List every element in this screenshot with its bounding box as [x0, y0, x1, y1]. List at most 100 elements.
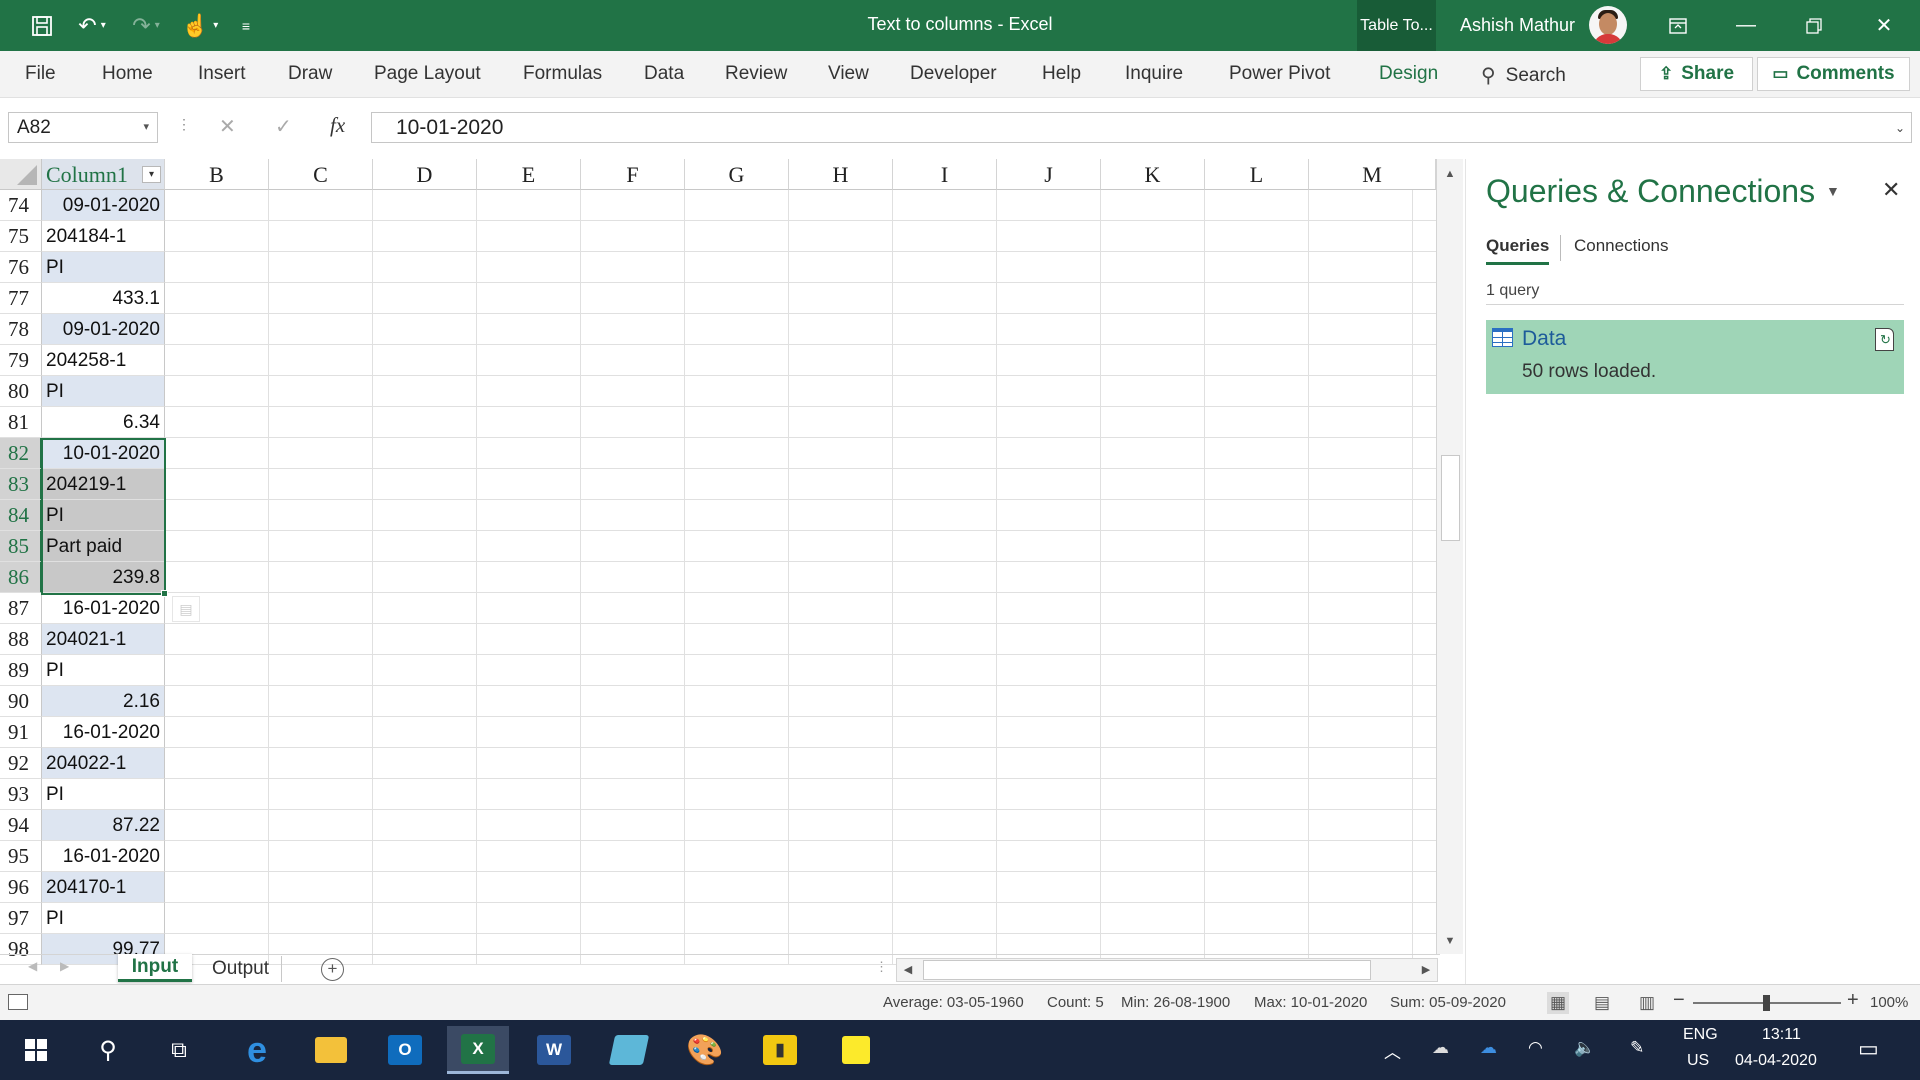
cell-a[interactable]: 6.34: [42, 407, 165, 438]
row-header[interactable]: 97: [0, 903, 42, 934]
zoom-level[interactable]: 100%: [1870, 994, 1908, 1011]
task-view-icon[interactable]: ⧉: [148, 1026, 210, 1074]
empty-cells[interactable]: [165, 469, 1436, 500]
quick-analysis-icon[interactable]: ▤: [172, 596, 200, 622]
column-header[interactable]: M: [1309, 159, 1436, 190]
excel-icon[interactable]: X: [447, 1026, 509, 1074]
file-explorer-icon[interactable]: [300, 1026, 362, 1074]
language[interactable]: ENG: [1683, 1026, 1718, 1044]
empty-cells[interactable]: [165, 531, 1436, 562]
cell-a[interactable]: 204021-1: [42, 624, 165, 655]
row-header[interactable]: 81: [0, 407, 42, 438]
scroll-right-icon[interactable]: ▶: [1415, 959, 1437, 981]
contextual-tab-table-tools[interactable]: Table To...: [1357, 0, 1436, 51]
pane-options-icon[interactable]: ▼: [1826, 183, 1840, 199]
empty-cells[interactable]: [165, 810, 1436, 841]
select-all-corner[interactable]: [0, 159, 42, 190]
filter-dropdown-icon[interactable]: ▾: [142, 166, 161, 183]
row-header[interactable]: 78: [0, 314, 42, 345]
onedrive-icon[interactable]: ☁: [1480, 1038, 1497, 1058]
worksheet-grid[interactable]: Column1 ▾ B C D E F G H I J K L M 74 09-0…: [0, 159, 1463, 965]
cell-a[interactable]: PI: [42, 252, 165, 283]
user-name[interactable]: Ashish Mathur: [1460, 15, 1575, 36]
empty-cells[interactable]: [165, 407, 1436, 438]
empty-cells[interactable]: [165, 748, 1436, 779]
horizontal-scroll-thumb[interactable]: [923, 960, 1371, 980]
paint-icon[interactable]: 🎨: [674, 1026, 736, 1074]
cell-a[interactable]: 204184-1: [42, 221, 165, 252]
chevron-up-icon[interactable]: ︿: [1384, 1038, 1401, 1063]
empty-cells[interactable]: [165, 593, 1436, 624]
formula-input[interactable]: 10-01-2020 ⌄: [371, 112, 1912, 143]
cell-a[interactable]: PI: [42, 376, 165, 407]
cell-a[interactable]: 16-01-2020: [42, 717, 165, 748]
tab-page-layout[interactable]: Page Layout: [374, 63, 481, 85]
empty-cells[interactable]: [165, 500, 1436, 531]
share-button[interactable]: ⇪ Share: [1640, 57, 1753, 91]
status-count[interactable]: Count: 5: [1047, 994, 1104, 1011]
sheet-tab-output[interactable]: Output: [200, 956, 282, 982]
clock-date[interactable]: 04-04-2020: [1735, 1052, 1817, 1070]
empty-cells[interactable]: [165, 779, 1436, 810]
tab-power-pivot[interactable]: Power Pivot: [1229, 63, 1330, 85]
column-header[interactable]: F: [581, 159, 685, 190]
undo-icon[interactable]: ↶ ▾: [68, 0, 116, 51]
enter-check-icon[interactable]: ✓: [275, 114, 292, 139]
cell-a[interactable]: PI: [42, 779, 165, 810]
tab-file[interactable]: File: [25, 63, 56, 85]
row-header[interactable]: 82: [0, 438, 42, 469]
touch-mode-icon[interactable]: ☝ ▾: [176, 0, 224, 51]
empty-cells[interactable]: [165, 841, 1436, 872]
column-header[interactable]: L: [1205, 159, 1309, 190]
cell-a[interactable]: PI: [42, 655, 165, 686]
refresh-icon[interactable]: [1875, 328, 1894, 351]
tab-home[interactable]: Home: [102, 63, 153, 85]
tab-draw[interactable]: Draw: [288, 63, 332, 85]
split-dots-icon[interactable]: ⋮: [875, 959, 888, 975]
empty-cells[interactable]: [165, 314, 1436, 345]
empty-cells[interactable]: [165, 345, 1436, 376]
minimize-icon[interactable]: —: [1712, 0, 1780, 51]
cell-a[interactable]: 204258-1: [42, 345, 165, 376]
fill-handle[interactable]: [161, 590, 168, 597]
empty-cells[interactable]: [165, 872, 1436, 903]
restore-icon[interactable]: [1780, 0, 1848, 51]
cell-a[interactable]: 09-01-2020: [42, 190, 165, 221]
cell-mode-icon[interactable]: [8, 994, 28, 1010]
outlook-icon[interactable]: O: [374, 1026, 436, 1074]
column-header[interactable]: B: [165, 159, 269, 190]
empty-cells[interactable]: [165, 438, 1436, 469]
query-item-data[interactable]: Data 50 rows loaded.: [1486, 320, 1904, 394]
empty-cells[interactable]: [165, 562, 1436, 593]
pen-icon[interactable]: ✎: [1630, 1038, 1644, 1058]
cell-a[interactable]: 87.22: [42, 810, 165, 841]
empty-cells[interactable]: [165, 252, 1436, 283]
column-header[interactable]: D: [373, 159, 477, 190]
start-windows-icon[interactable]: [5, 1026, 67, 1074]
notepad-icon[interactable]: [598, 1026, 660, 1074]
row-header[interactable]: 90: [0, 686, 42, 717]
vertical-scroll-thumb[interactable]: [1441, 455, 1460, 541]
cell-a[interactable]: PI: [42, 903, 165, 934]
expand-formula-icon[interactable]: ⌄: [1895, 121, 1905, 135]
tab-review[interactable]: Review: [725, 63, 787, 85]
sticky-notes-icon[interactable]: [825, 1026, 887, 1074]
normal-view-icon[interactable]: ▦: [1547, 992, 1569, 1014]
cancel-entry-icon[interactable]: ✕: [219, 114, 236, 139]
close-pane-icon[interactable]: ✕: [1882, 177, 1900, 203]
cell-a[interactable]: 09-01-2020: [42, 314, 165, 345]
row-header[interactable]: 84: [0, 500, 42, 531]
tab-insert[interactable]: Insert: [198, 63, 246, 85]
row-header[interactable]: 83: [0, 469, 42, 500]
status-average[interactable]: Average: 03-05-1960: [883, 994, 1024, 1011]
status-min[interactable]: Min: 26-08-1900: [1121, 994, 1230, 1011]
wifi-icon[interactable]: ◠: [1528, 1038, 1543, 1058]
page-layout-view-icon[interactable]: ▤: [1591, 992, 1613, 1014]
tab-data[interactable]: Data: [644, 63, 684, 85]
cell-a[interactable]: 2.16: [42, 686, 165, 717]
row-header[interactable]: 75: [0, 221, 42, 252]
empty-cells[interactable]: [165, 655, 1436, 686]
status-max[interactable]: Max: 10-01-2020: [1254, 994, 1367, 1011]
new-sheet-icon[interactable]: +: [321, 958, 344, 981]
empty-cells[interactable]: [165, 903, 1436, 934]
